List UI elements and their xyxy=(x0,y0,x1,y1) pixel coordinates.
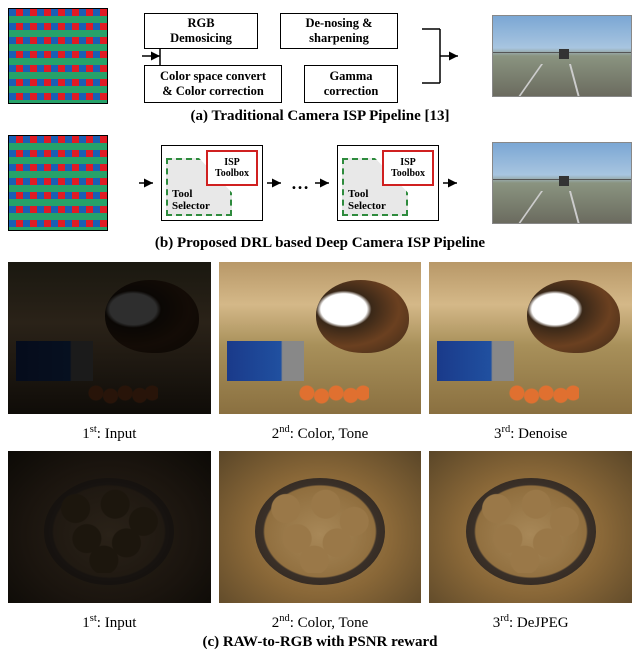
panel-c-grid: 1st: Input 2nd: Color, Tone 3rd: Denoise… xyxy=(8,262,632,632)
thumb-r2c3 xyxy=(429,451,632,603)
output-image-b xyxy=(492,142,632,224)
tool-selector-label: Tool Selector xyxy=(172,188,210,212)
box-demosaic: RGB Demosicing xyxy=(144,13,258,49)
bayer-pattern-input xyxy=(8,8,108,104)
thumb-r1c3 xyxy=(429,262,632,414)
label-r1c3: 3rd: Denoise xyxy=(429,424,632,443)
label-r1c1: 1st: Input xyxy=(8,424,211,443)
arrow-b-4 xyxy=(443,173,461,193)
caption-b: (b) Proposed DRL based Deep Camera ISP P… xyxy=(8,235,632,252)
ellipsis: … xyxy=(289,173,311,194)
thumb-r1c2 xyxy=(219,262,422,414)
thumb-r2c2 xyxy=(219,451,422,603)
label-r2c2: 2nd: Color, Tone xyxy=(219,613,422,632)
box-color: Color space convert & Color correction xyxy=(144,65,282,103)
arrow-b-3 xyxy=(315,173,333,193)
label-r2c1: 1st: Input xyxy=(8,613,211,632)
thumb-r2c1 xyxy=(8,451,211,603)
thumb-r1c1 xyxy=(8,262,211,414)
box-sharpen: De-nosing & sharpening xyxy=(280,13,398,49)
isp-toolbox-2: ISP Toolbox xyxy=(382,150,434,186)
label-r1c2: 2nd: Color, Tone xyxy=(219,424,422,443)
output-image-a xyxy=(492,15,632,97)
drl-module-2: Tool Selector ISP Toolbox xyxy=(337,145,439,221)
isp-toolbox-1: ISP Toolbox xyxy=(206,150,258,186)
drl-module-1: Tool Selector ISP Toolbox xyxy=(161,145,263,221)
arrow-b-1 xyxy=(139,173,157,193)
bayer-pattern-input-b xyxy=(8,135,108,231)
pipeline-a-diagram: RGB Demosicing De-nosing & sharpening Co… xyxy=(118,9,482,103)
box-gamma: Gamma correction xyxy=(304,65,398,103)
panel-b: Tool Selector ISP Toolbox … Tool Selecto… xyxy=(8,135,632,231)
isp-toolbox-label: ISP Toolbox xyxy=(208,157,256,179)
caption-a: (a) Traditional Camera ISP Pipeline [13] xyxy=(8,108,632,125)
box-gamma-label: Gamma correction xyxy=(324,69,379,99)
caption-c: (c) RAW-to-RGB with PSNR reward xyxy=(8,634,632,651)
panel-a: RGB Demosicing De-nosing & sharpening Co… xyxy=(8,8,632,104)
arrow-b-2 xyxy=(267,173,285,193)
box-demosaic-label: RGB Demosicing xyxy=(170,16,232,46)
box-color-label: Color space convert & Color correction xyxy=(160,69,266,99)
box-sharpen-label: De-nosing & sharpening xyxy=(305,16,372,46)
pipeline-b-diagram: Tool Selector ISP Toolbox … Tool Selecto… xyxy=(118,136,482,230)
label-r2c3: 3rd: DeJPEG xyxy=(429,613,632,632)
